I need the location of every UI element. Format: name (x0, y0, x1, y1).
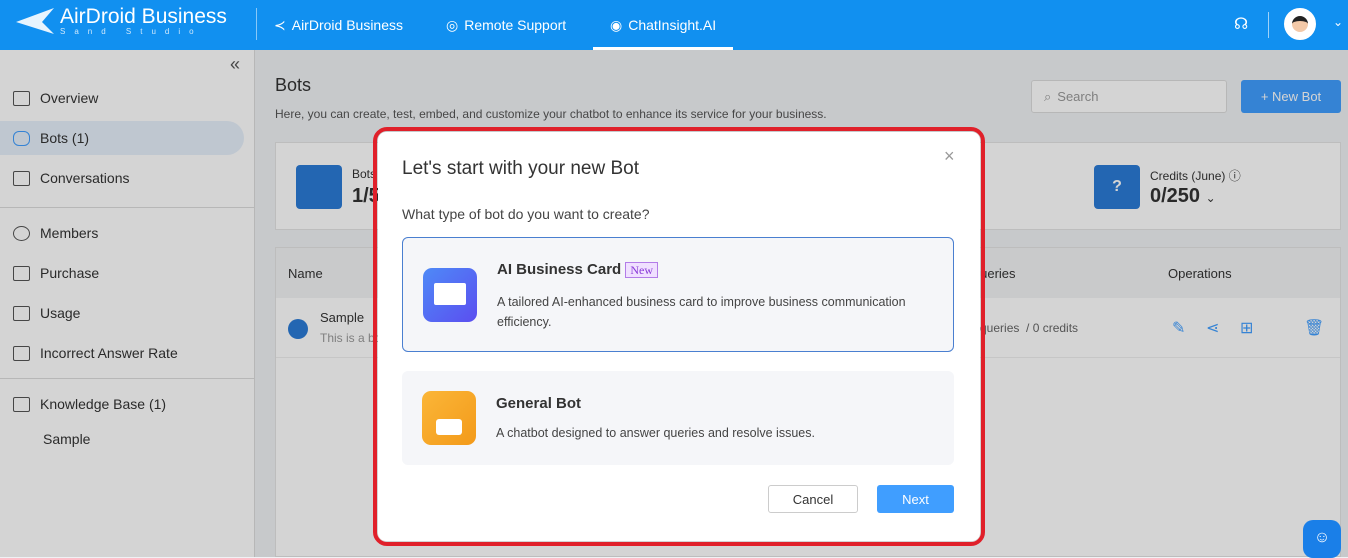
nav-chatinsight[interactable]: ◉ ChatInsight.AI (593, 0, 734, 50)
divider (256, 8, 257, 40)
nav-label: AirDroid Business (291, 17, 403, 33)
option-general-bot[interactable]: General Bot A chatbot designed to answer… (402, 371, 954, 465)
support-icon[interactable]: ☊ (1234, 14, 1248, 34)
next-button[interactable]: Next (877, 485, 954, 513)
lifebuoy-icon: ◎ (446, 16, 459, 33)
option-title: General Bot (496, 395, 582, 412)
nav-remote-support[interactable]: ◎ Remote Support (446, 0, 566, 50)
general-bot-icon (422, 391, 476, 445)
business-card-icon (423, 268, 477, 322)
chevron-down-icon[interactable]: ⌄ (1333, 15, 1343, 29)
logo-subtext: Sand Studio (60, 26, 203, 36)
divider (1268, 12, 1269, 38)
option-ai-business-card[interactable]: AI Business Card New A tailored AI-enhan… (402, 237, 954, 352)
new-bot-dialog: Let's start with your new Bot × What typ… (378, 132, 980, 541)
nav-label: ChatInsight.AI (628, 17, 717, 33)
airdroid-logo-icon (16, 8, 54, 34)
chat-icon: ☺ (1313, 529, 1331, 546)
dialog-question: What type of bot do you want to create? (402, 206, 650, 222)
chatinsight-icon: ◉ (610, 16, 623, 33)
new-badge: New (625, 262, 659, 278)
logo-text: AirDroid Business (60, 4, 227, 28)
logo[interactable]: AirDroid Business Sand Studio (16, 6, 227, 36)
dialog-title: Let's start with your new Bot (402, 158, 640, 179)
option-description: A tailored AI-enhanced business card to … (497, 295, 906, 329)
option-title: AI Business Card (497, 261, 622, 278)
nav-label: Remote Support (464, 17, 567, 33)
option-description: A chatbot designed to answer queries and… (496, 426, 815, 440)
cancel-button[interactable]: Cancel (768, 485, 858, 513)
close-icon[interactable]: × (944, 146, 955, 167)
avatar[interactable] (1284, 8, 1316, 40)
airdroid-icon: ≺ (274, 16, 286, 33)
nav-airdroid-business[interactable]: ≺ AirDroid Business (274, 0, 403, 50)
chat-support-button[interactable]: ☺ (1303, 520, 1341, 558)
top-header: AirDroid Business Sand Studio ≺ AirDroid B… (0, 0, 1348, 50)
